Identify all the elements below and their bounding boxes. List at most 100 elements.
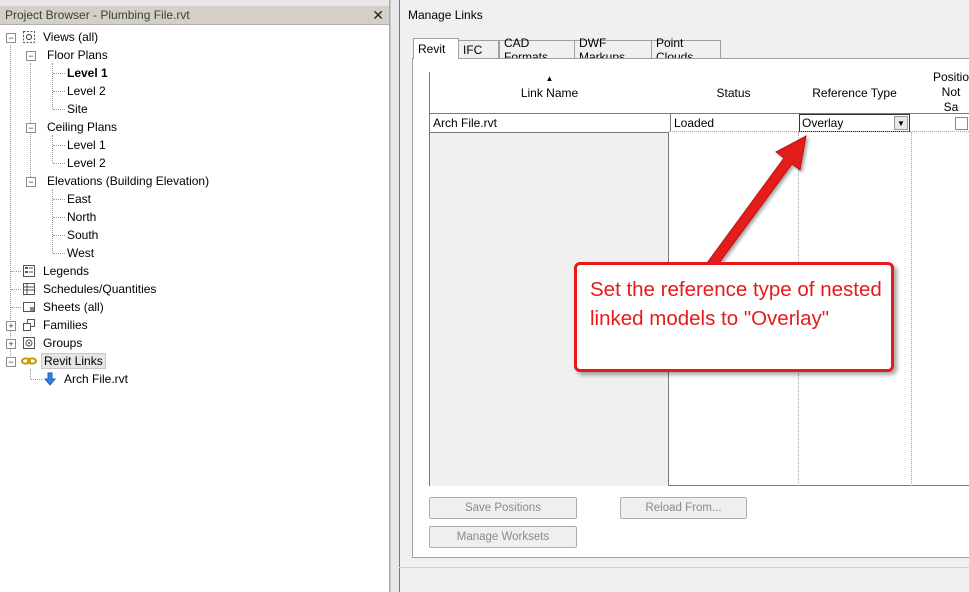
collapse-toggle-icon[interactable]: −: [26, 177, 36, 187]
tree-line: [52, 63, 53, 109]
tree-item-ceiling-level-2[interactable]: Level 2: [65, 154, 108, 172]
collapse-toggle-icon[interactable]: −: [26, 123, 36, 133]
column-header-status[interactable]: Status: [669, 72, 799, 114]
project-browser-titlebar: Project Browser - Plumbing File.rvt ✕: [0, 6, 389, 25]
group-icon: [21, 336, 37, 350]
column-header-reference-type[interactable]: Reference Type: [798, 72, 912, 114]
project-browser-title: Project Browser - Plumbing File.rvt: [5, 8, 190, 22]
reference-type-dropdown[interactable]: Overlay ▼: [799, 114, 910, 132]
tree-label: Elevations (Building Elevation): [47, 174, 210, 188]
tree-line: [11, 307, 21, 308]
annotation-callout: Set the reference type of nested linked …: [574, 262, 894, 372]
tree-item-arch-file[interactable]: Arch File.rvt: [42, 370, 130, 388]
cell-link-name[interactable]: Arch File.rvt: [430, 114, 669, 132]
tree-line: [53, 235, 65, 236]
tree-line: [53, 73, 65, 74]
tree-line: [11, 271, 21, 272]
family-icon: [21, 318, 37, 332]
tree-item-groups[interactable]: Groups: [21, 334, 84, 352]
tree-label: South: [67, 228, 99, 242]
tree-item-floor-plans[interactable]: Floor Plans: [45, 46, 110, 64]
tree-line: [52, 135, 53, 163]
chevron-down-icon[interactable]: ▼: [894, 116, 908, 130]
column-header-link-name[interactable]: ▲ Link Name: [430, 72, 670, 114]
project-browser-panel: Project Browser - Plumbing File.rvt ✕ − …: [0, 0, 390, 592]
tab-ifc[interactable]: IFC: [458, 40, 499, 58]
tree-label: Level 2: [67, 156, 106, 170]
collapse-toggle-icon[interactable]: −: [26, 51, 36, 61]
tree-line: [53, 217, 65, 218]
sort-arrow-icon: ▲: [545, 74, 554, 83]
tab-revit[interactable]: Revit: [413, 38, 459, 59]
tree-label: East: [67, 192, 92, 206]
tree-item-south[interactable]: South: [65, 226, 100, 244]
tree-label: North: [67, 210, 97, 224]
reload-from-button[interactable]: Reload From...: [620, 497, 747, 519]
tree-item-west[interactable]: West: [65, 244, 96, 262]
tree-label: Site: [67, 102, 88, 116]
tree-item-ceiling-plans[interactable]: Ceiling Plans: [45, 118, 119, 136]
tree-line: [11, 289, 21, 290]
dialog-divider: [399, 567, 969, 568]
close-icon[interactable]: ✕: [372, 7, 384, 24]
tree-label: Families: [43, 318, 88, 332]
tree-line: [30, 369, 31, 379]
schedule-icon: [21, 282, 37, 296]
tab-cad-formats[interactable]: CAD Formats: [499, 36, 575, 64]
tree-item-north[interactable]: North: [65, 208, 98, 226]
tree-item-elevations[interactable]: Elevations (Building Elevation): [45, 172, 211, 190]
tree-label: Revit Links: [41, 353, 106, 369]
tree-item-ceiling-level-1[interactable]: Level 1: [65, 136, 108, 154]
tree-label: Groups: [43, 336, 83, 350]
tree-label: Level 2: [67, 84, 106, 98]
tree-label: Legends: [43, 264, 90, 278]
cell-status: Loaded: [670, 114, 798, 132]
tree-line: [10, 45, 11, 362]
column-divider: [911, 132, 912, 486]
save-positions-button[interactable]: Save Positions: [429, 497, 577, 519]
collapse-toggle-icon[interactable]: −: [6, 357, 16, 367]
tree-line: [53, 199, 65, 200]
expand-toggle-icon[interactable]: +: [6, 339, 16, 349]
tree-item-families[interactable]: Families: [21, 316, 90, 334]
tree-item-sheets[interactable]: Sheets (all): [21, 298, 106, 316]
tree-line: [31, 379, 42, 380]
column-header-label: Link Name: [520, 85, 579, 100]
row-divider: [669, 131, 969, 132]
tree-item-east[interactable]: East: [65, 190, 93, 208]
tree-line: [53, 145, 65, 146]
dropdown-value: Overlay: [802, 116, 844, 130]
tree-line: [53, 253, 65, 254]
tree-item-legends[interactable]: Legends: [21, 262, 91, 280]
tree-item-views[interactable]: Views (all): [21, 28, 100, 46]
tab-dwf-markups[interactable]: DWF Markups: [574, 36, 652, 64]
tree-label: Ceiling Plans: [47, 120, 118, 134]
column-header-label: Positio Not Sa: [933, 70, 969, 114]
tree-label: Floor Plans: [47, 48, 108, 62]
tree-label: Sheets (all): [43, 300, 104, 314]
positions-not-saved-checkbox[interactable]: [955, 117, 968, 130]
tree-item-revit-links[interactable]: Revit Links: [21, 352, 106, 370]
column-header-label: Reference Type: [812, 85, 897, 100]
tree-line: [30, 63, 31, 181]
tree-item-floor-level-1[interactable]: Level 1: [65, 64, 110, 82]
tree-item-floor-level-2[interactable]: Level 2: [65, 82, 108, 100]
legend-icon: [21, 264, 37, 278]
tree-line: [53, 109, 65, 110]
tab-point-clouds[interactable]: Point Clouds: [651, 36, 721, 64]
tree-line: [53, 91, 65, 92]
tree-label: Level 1: [67, 66, 108, 80]
column-header-label: Status: [716, 85, 751, 100]
expand-toggle-icon[interactable]: +: [6, 321, 16, 331]
tree-label: Views (all): [43, 30, 99, 44]
tree-label: Level 1: [67, 138, 106, 152]
tree-item-site[interactable]: Site: [65, 100, 90, 118]
collapse-toggle-icon[interactable]: −: [6, 33, 16, 43]
column-header-positions[interactable]: Positio Not Sa: [911, 70, 969, 114]
tree-line: [53, 163, 65, 164]
dialog-title: Manage Links: [408, 8, 483, 22]
manage-worksets-button[interactable]: Manage Worksets: [429, 526, 577, 548]
tree-item-schedules[interactable]: Schedules/Quantities: [21, 280, 158, 298]
sheet-icon: [21, 300, 37, 314]
linked-model-arrow-icon: [42, 372, 58, 386]
